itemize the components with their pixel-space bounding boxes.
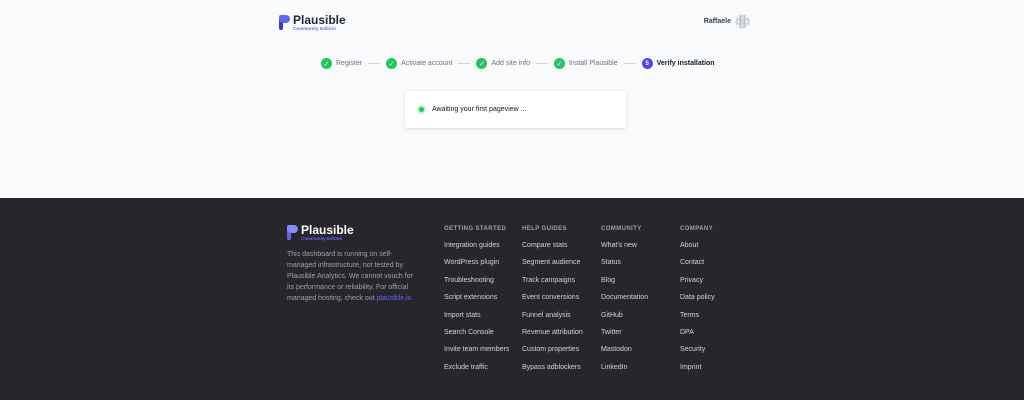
footer-link[interactable]: Search Console bbox=[444, 329, 509, 346]
plausible-logo-icon bbox=[279, 15, 290, 30]
step-verify-installation: 5 Verify installation bbox=[641, 58, 715, 69]
step-separator bbox=[535, 63, 548, 64]
footer-link[interactable]: Segment audience bbox=[522, 259, 583, 276]
footer-column-company: COMPANY About Contact Privacy Data polic… bbox=[680, 226, 715, 381]
self-hosted-disclaimer: This dashboard is running on self-manage… bbox=[287, 251, 413, 302]
brand-name: Plausible bbox=[301, 223, 354, 237]
footer-link[interactable]: Imprint bbox=[680, 364, 715, 381]
user-name: Raffaele bbox=[703, 18, 731, 25]
footer-link[interactable]: GitHub bbox=[601, 312, 648, 329]
footer-link[interactable]: Bypass adblockers bbox=[522, 364, 583, 381]
pulse-indicator-icon bbox=[417, 105, 426, 114]
footer-link[interactable]: Security bbox=[680, 346, 715, 363]
step-label: Register bbox=[336, 60, 363, 67]
footer-link[interactable]: What's new bbox=[601, 242, 648, 259]
footer-link[interactable]: Integration guides bbox=[444, 242, 509, 259]
user-avatar-icon bbox=[735, 14, 750, 29]
footer-link[interactable]: Invite team members bbox=[444, 346, 509, 363]
step-number: 5 bbox=[641, 58, 653, 69]
step-label: Install Plausible bbox=[568, 60, 618, 67]
footer-link[interactable]: About bbox=[680, 242, 715, 259]
brand-edition: Community Edition bbox=[301, 236, 343, 241]
verification-card: Awaiting your first pageview ... bbox=[405, 91, 626, 128]
footer-link[interactable]: Funnel analysis bbox=[522, 312, 583, 329]
footer-link[interactable]: Track campaigns bbox=[522, 277, 583, 294]
step-separator bbox=[368, 63, 381, 64]
footer-link[interactable]: DPA bbox=[680, 329, 715, 346]
top-header: Plausible Community Edition Raffaele bbox=[0, 0, 1024, 45]
footer-link[interactable]: Import stats bbox=[444, 312, 509, 329]
footer-column-getting-started: GETTING STARTED Integration guides WordP… bbox=[444, 226, 509, 381]
brand-edition: Community Edition bbox=[293, 26, 336, 31]
brand-name: Plausible bbox=[293, 13, 346, 27]
footer-link[interactable]: Mastodon bbox=[601, 346, 648, 363]
footer-link[interactable]: Compare stats bbox=[522, 242, 583, 259]
step-add-site-info: ✓ Add site info bbox=[476, 58, 530, 69]
plausible-logo[interactable]: Plausible Community Edition bbox=[279, 14, 346, 32]
footer-link[interactable]: LinkedIn bbox=[601, 364, 648, 381]
step-label: Add site info bbox=[491, 60, 530, 67]
footer-link[interactable]: WordPress plugin bbox=[444, 259, 509, 276]
step-separator bbox=[458, 63, 471, 64]
footer-link[interactable]: Twitter bbox=[601, 329, 648, 346]
footer-link[interactable]: Event conversions bbox=[522, 294, 583, 311]
step-install-plausible: ✓ Install Plausible bbox=[553, 58, 618, 69]
onboarding-steps: ✓ Register ✓ Activate account ✓ Add site… bbox=[321, 58, 715, 69]
footer-link[interactable]: Troubleshooting bbox=[444, 277, 509, 294]
column-heading: COMPANY bbox=[680, 226, 714, 232]
footer-link[interactable]: Custom properties bbox=[522, 346, 583, 363]
footer-link[interactable]: Documentation bbox=[601, 294, 648, 311]
footer-column-help-guides: HELP GUIDES Compare stats Segment audien… bbox=[522, 226, 583, 381]
footer-link[interactable]: Terms bbox=[680, 312, 715, 329]
footer-link[interactable]: Data policy bbox=[680, 294, 715, 311]
check-icon: ✓ bbox=[553, 58, 565, 69]
footer-link[interactable]: Script extensions bbox=[444, 294, 509, 311]
footer-link[interactable]: Privacy bbox=[680, 277, 715, 294]
column-heading: HELP GUIDES bbox=[522, 226, 567, 232]
plausible-io-link[interactable]: plausible.io bbox=[377, 295, 412, 302]
plausible-logo-icon bbox=[287, 225, 298, 240]
step-label: Verify installation bbox=[656, 60, 715, 67]
column-heading: COMMUNITY bbox=[601, 226, 642, 232]
column-heading: GETTING STARTED bbox=[444, 226, 507, 232]
footer: Plausible Community Edition This dashboa… bbox=[0, 198, 1024, 400]
step-separator bbox=[623, 63, 636, 64]
step-label: Activate account bbox=[401, 60, 453, 67]
step-register: ✓ Register bbox=[321, 58, 362, 69]
footer-logo[interactable]: Plausible Community Edition bbox=[287, 224, 354, 242]
footer-link[interactable]: Contact bbox=[680, 259, 715, 276]
check-icon: ✓ bbox=[476, 58, 488, 69]
verification-message: Awaiting your first pageview ... bbox=[432, 106, 527, 113]
check-icon: ✓ bbox=[386, 58, 398, 69]
footer-link[interactable]: Blog bbox=[601, 277, 648, 294]
user-menu[interactable]: Raffaele bbox=[704, 14, 750, 29]
check-icon: ✓ bbox=[321, 58, 332, 69]
footer-link[interactable]: Status bbox=[601, 259, 648, 276]
footer-link[interactable]: Revenue attribution bbox=[522, 329, 583, 346]
footer-link[interactable]: Exclude traffic bbox=[444, 364, 509, 381]
step-activate-account: ✓ Activate account bbox=[386, 58, 452, 69]
footer-column-community: COMMUNITY What's new Status Blog Documen… bbox=[601, 226, 648, 381]
